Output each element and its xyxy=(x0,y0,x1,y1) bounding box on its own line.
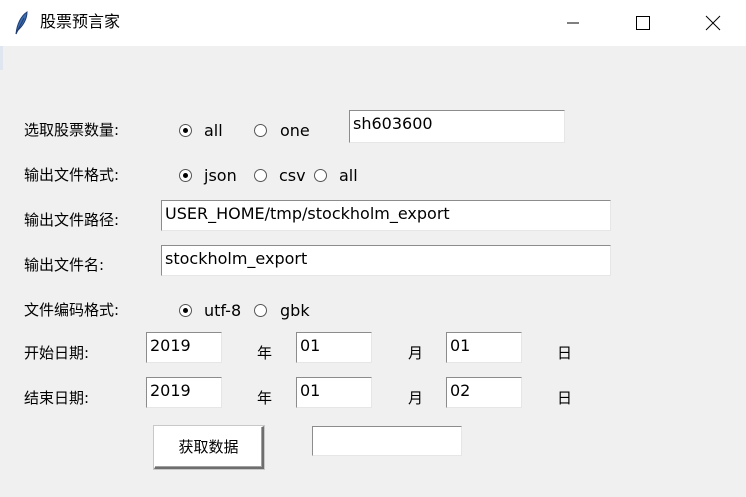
output-path-input[interactable]: USER_HOME/tmp/stockholm_export xyxy=(161,200,611,231)
stock-count-label: 选取股票数量: xyxy=(24,121,120,139)
stock-code-input[interactable]: sh603600 xyxy=(349,110,565,143)
minimize-icon xyxy=(567,22,579,24)
end-month-input[interactable]: 01 xyxy=(296,377,372,408)
start-month-unit: 月 xyxy=(408,344,424,362)
format-json-label[interactable]: json xyxy=(204,166,237,186)
window-title: 股票预言家 xyxy=(40,12,121,31)
minimize-button[interactable] xyxy=(550,0,596,46)
close-button[interactable] xyxy=(690,0,736,46)
stock-count-all-radio[interactable] xyxy=(179,124,192,137)
format-all-label[interactable]: all xyxy=(339,166,358,186)
end-year-unit: 年 xyxy=(257,389,273,407)
end-year-input[interactable]: 2019 xyxy=(146,377,222,408)
start-day-unit: 日 xyxy=(557,344,573,362)
format-all-radio[interactable] xyxy=(314,169,327,182)
encoding-utf8-radio[interactable] xyxy=(179,304,192,317)
output-name-label: 输出文件名: xyxy=(24,256,105,274)
encoding-gbk-label[interactable]: gbk xyxy=(280,301,310,321)
maximize-button[interactable] xyxy=(620,0,666,46)
output-name-input[interactable]: stockholm_export xyxy=(161,245,611,276)
start-month-input[interactable]: 01 xyxy=(296,332,372,363)
stock-count-all-label[interactable]: all xyxy=(204,121,223,141)
start-year-unit: 年 xyxy=(257,344,273,362)
format-csv-label[interactable]: csv xyxy=(279,166,306,186)
start-day-input[interactable]: 01 xyxy=(446,332,522,363)
encoding-gbk-radio[interactable] xyxy=(254,304,267,317)
fetch-data-button[interactable]: 获取数据 xyxy=(154,426,264,469)
encoding-utf8-label[interactable]: utf-8 xyxy=(204,301,241,321)
end-date-label: 结束日期: xyxy=(24,389,90,407)
maximize-icon xyxy=(636,16,650,30)
stock-count-one-radio[interactable] xyxy=(254,124,267,137)
end-day-unit: 日 xyxy=(557,389,573,407)
encoding-label: 文件编码格式: xyxy=(24,301,120,319)
stock-count-one-label[interactable]: one xyxy=(280,121,310,141)
start-date-label: 开始日期: xyxy=(24,344,90,362)
feather-icon xyxy=(12,10,32,36)
start-year-input[interactable]: 2019 xyxy=(146,332,222,363)
format-json-radio[interactable] xyxy=(179,169,192,182)
output-path-label: 输出文件路径: xyxy=(24,211,120,229)
end-day-input[interactable]: 02 xyxy=(446,377,522,408)
status-input[interactable] xyxy=(312,426,462,456)
window-edge xyxy=(0,46,3,70)
end-month-unit: 月 xyxy=(408,389,424,407)
title-bar: 股票预言家 xyxy=(0,0,746,46)
close-icon xyxy=(705,15,721,31)
format-csv-radio[interactable] xyxy=(254,169,267,182)
output-format-label: 输出文件格式: xyxy=(24,166,120,184)
